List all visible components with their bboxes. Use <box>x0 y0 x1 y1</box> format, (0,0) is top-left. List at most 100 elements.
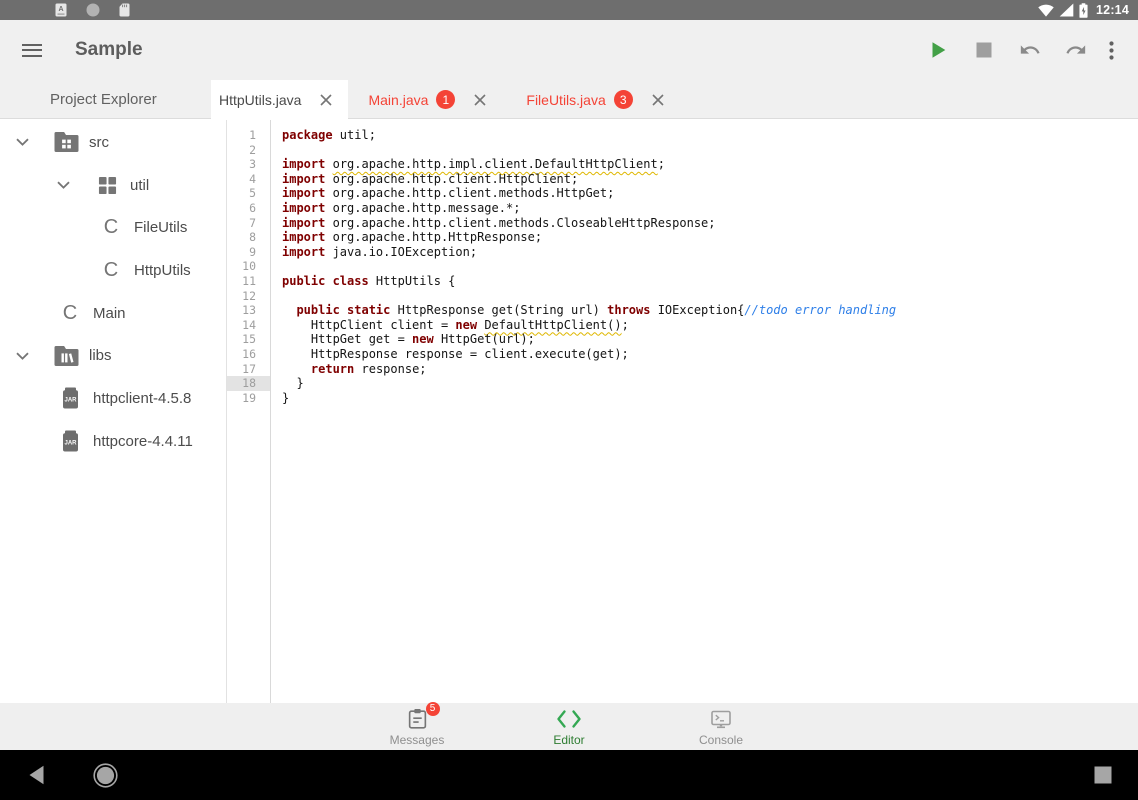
nav-tab-editor[interactable]: Editor <box>527 707 611 747</box>
code-line[interactable]: import org.apache.http.client.methods.Ht… <box>282 186 1138 201</box>
menu-button[interactable] <box>22 40 42 60</box>
tab-label: HttpUtils.java <box>219 92 301 108</box>
line-number: 4 <box>227 172 270 187</box>
line-number: 13 <box>227 303 270 318</box>
line-number: 15 <box>227 332 270 347</box>
tab-httputils-java[interactable]: HttpUtils.java <box>211 80 348 120</box>
tree-item-label: FileUtils <box>134 219 187 236</box>
bottom-navigation: 5 Messages Editor Console <box>0 703 1138 750</box>
cellular-signal-icon <box>1059 3 1074 17</box>
nav-tab-messages[interactable]: 5 Messages <box>375 707 459 747</box>
expand-collapse-toggle[interactable] <box>57 181 94 189</box>
svg-text:JAR: JAR <box>64 441 77 447</box>
home-icon <box>93 763 118 788</box>
tab-fileutils-java[interactable]: FileUtils.java3 <box>506 80 683 119</box>
tree-item-label: util <box>130 177 149 194</box>
status-bar-system-icons: 12:14 <box>1038 3 1138 18</box>
code-line[interactable]: HttpResponse response = client.execute(g… <box>282 347 1138 362</box>
code-line[interactable]: public class HttpUtils { <box>282 274 1138 289</box>
tab-strip: HttpUtils.java Main.java1FileUtils.java3 <box>211 80 684 119</box>
package-icon <box>94 176 120 195</box>
code-line[interactable]: import org.apache.http.client.methods.Cl… <box>282 216 1138 231</box>
expand-collapse-toggle[interactable] <box>16 138 53 146</box>
line-number: 1 <box>227 128 270 143</box>
code-line[interactable]: import org.apache.http.client.HttpClient… <box>282 172 1138 187</box>
chevron-down-icon <box>16 138 29 146</box>
tree-item-fileutils[interactable]: C FileUtils <box>0 206 226 249</box>
code-line[interactable]: import org.apache.http.impl.client.Defau… <box>282 157 1138 172</box>
code-pane[interactable]: package util; import org.apache.http.imp… <box>271 119 1138 703</box>
nav-tab-label: Messages <box>390 733 445 747</box>
back-button[interactable] <box>28 750 45 800</box>
redo-button[interactable] <box>1064 38 1088 62</box>
page-title: Sample <box>75 39 143 61</box>
line-number: 11 <box>227 274 270 289</box>
letter-a-notification-icon: A <box>55 3 67 17</box>
code-line[interactable]: package util; <box>282 128 1138 143</box>
dot-notification-icon <box>86 3 100 17</box>
main-content: srcutilCFileUtilsCHttpUtilsCMainlibsJARh… <box>0 119 1138 703</box>
code-line[interactable]: HttpGet get = new HttpGet(url); <box>282 332 1138 347</box>
project-explorer-header: Project Explorer <box>0 80 211 119</box>
code-line[interactable] <box>282 143 1138 158</box>
tree-item-main[interactable]: CMain <box>0 292 226 335</box>
play-icon <box>927 39 949 61</box>
code-line[interactable] <box>282 289 1138 304</box>
class-icon: C <box>98 216 124 239</box>
project-explorer-tree: srcutilCFileUtilsCHttpUtilsCMainlibsJARh… <box>0 119 227 703</box>
code-line[interactable]: public static HttpResponse get(String ur… <box>282 303 1138 318</box>
close-tab-button[interactable] <box>474 94 486 106</box>
chevron-down-icon <box>16 352 29 360</box>
overflow-icon <box>1109 41 1114 60</box>
tree-item-label: HttpUtils <box>134 262 191 279</box>
tree-item-libs[interactable]: libs <box>0 334 226 377</box>
line-number: 7 <box>227 216 270 231</box>
messages-icon: 5 <box>406 707 429 731</box>
tree-item-httpclient-4-5-8[interactable]: JARhttpclient-4.5.8 <box>0 377 226 420</box>
app-toolbar: Sample <box>0 20 1138 80</box>
close-tab-button[interactable] <box>652 94 664 106</box>
tree-item-httputils[interactable]: CHttpUtils <box>0 249 226 292</box>
recents-button[interactable] <box>1094 750 1112 800</box>
redo-icon <box>1065 39 1087 61</box>
tab-bar: Project Explorer HttpUtils.java Main.java… <box>0 80 1138 119</box>
jar-icon: JAR <box>57 387 83 409</box>
line-number-gutter: 12345678910111213141516171819 <box>227 119 271 703</box>
sd-card-icon <box>119 3 130 17</box>
code-line[interactable]: import org.apache.http.HttpResponse; <box>282 230 1138 245</box>
home-button[interactable] <box>93 750 118 800</box>
code-line[interactable]: HttpClient client = new DefaultHttpClien… <box>282 318 1138 333</box>
line-number: 17 <box>227 362 270 377</box>
tree-item-src[interactable]: src <box>0 121 226 164</box>
overflow-menu-button[interactable] <box>1099 38 1123 62</box>
code-line[interactable]: import org.apache.http.message.*; <box>282 201 1138 216</box>
undo-icon <box>1019 39 1041 61</box>
svg-text:JAR: JAR <box>64 398 77 404</box>
code-line[interactable]: } <box>282 376 1138 391</box>
folder-grid-icon <box>53 132 79 152</box>
close-tab-button[interactable] <box>320 94 332 106</box>
wifi-icon <box>1038 3 1054 17</box>
svg-text:A: A <box>58 6 63 13</box>
code-line[interactable] <box>282 259 1138 274</box>
code-line[interactable]: } <box>282 391 1138 406</box>
tab-label: FileUtils.java <box>526 92 605 108</box>
code-editor: 12345678910111213141516171819 package ut… <box>227 119 1138 703</box>
line-number: 16 <box>227 347 270 362</box>
line-number: 19 <box>227 391 270 406</box>
tree-item-httpcore-4-4-11[interactable]: JARhttpcore-4.4.11 <box>0 420 226 463</box>
notification-badge: 5 <box>426 702 440 716</box>
ide-app-window: A 12:14 Sample <box>0 0 1138 800</box>
stop-button[interactable] <box>972 38 996 62</box>
tab-main-java[interactable]: Main.java1 <box>348 80 506 119</box>
close-icon <box>652 94 664 106</box>
run-button[interactable] <box>926 38 950 62</box>
line-number: 18 <box>227 376 270 391</box>
undo-button[interactable] <box>1018 38 1042 62</box>
tree-item-label: Main <box>93 305 126 322</box>
tree-item-util[interactable]: util <box>0 164 226 207</box>
nav-tab-console[interactable]: Console <box>679 707 763 747</box>
code-line[interactable]: import java.io.IOException; <box>282 245 1138 260</box>
code-line[interactable]: return response; <box>282 362 1138 377</box>
expand-collapse-toggle[interactable] <box>16 352 53 360</box>
